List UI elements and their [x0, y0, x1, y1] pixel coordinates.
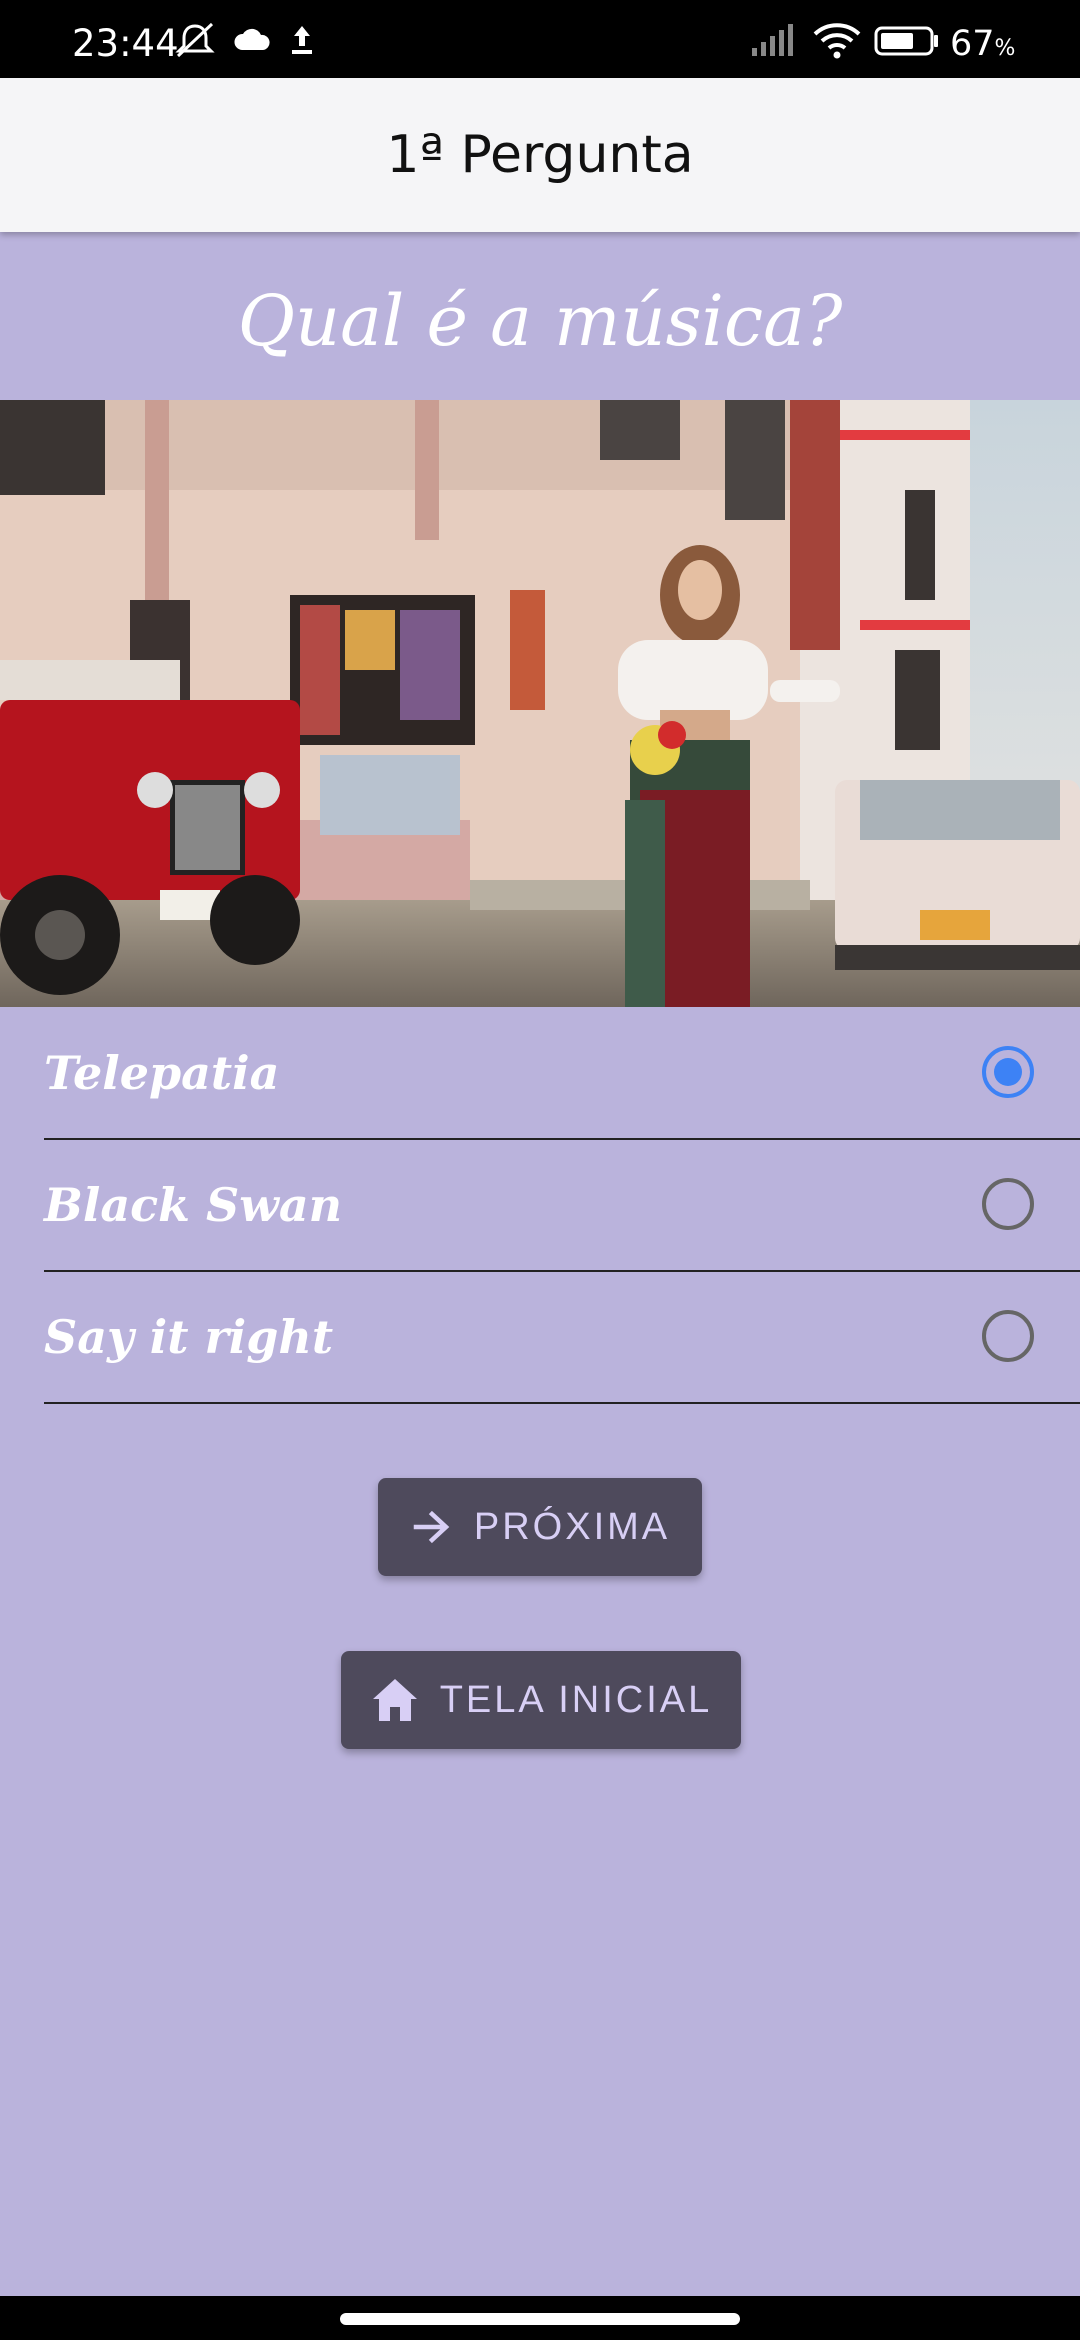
home-icon — [372, 1679, 417, 1721]
battery-icon — [874, 26, 938, 56]
home-button-label: TELA INICIAL — [439, 1678, 713, 1721]
battery-percent: 67% — [950, 24, 1016, 64]
arrow-right-icon — [413, 1510, 450, 1544]
option-label: Telepatia — [44, 1046, 280, 1100]
signal-icon — [752, 24, 793, 56]
page-title: 1ª Pergunta — [386, 125, 694, 185]
status-bar: 23:44 67% — [0, 0, 1080, 78]
option-label: Black Swan — [44, 1178, 343, 1232]
next-button-label: PRÓXIMA — [473, 1505, 671, 1548]
option-item-say-it-right[interactable]: Say it right — [44, 1272, 1080, 1404]
answer-options: Telepatia Black Swan Say it right — [44, 1008, 1080, 1404]
music-video-image — [0, 400, 1080, 1007]
wifi-icon — [813, 23, 861, 59]
option-item-black-swan[interactable]: Black Swan — [44, 1140, 1080, 1272]
cloud-icon — [234, 28, 270, 50]
music-video-still-icon — [0, 400, 1080, 1007]
app-bar: 1ª Pergunta — [0, 78, 1080, 232]
option-item-telepatia[interactable]: Telepatia — [44, 1008, 1080, 1140]
radio-button[interactable] — [982, 1178, 1034, 1230]
gesture-handle[interactable] — [340, 2313, 740, 2325]
question-text: Qual é a música? — [237, 280, 843, 362]
next-button[interactable]: PRÓXIMA — [378, 1478, 702, 1576]
home-button[interactable]: TELA INICIAL — [341, 1651, 741, 1749]
radio-button[interactable] — [982, 1310, 1034, 1362]
mute-alarm-icon — [175, 22, 215, 58]
upload-icon — [292, 26, 312, 54]
option-label: Say it right — [44, 1310, 334, 1364]
radio-button-selected[interactable] — [982, 1046, 1034, 1098]
status-time: 23:44 — [72, 22, 179, 65]
